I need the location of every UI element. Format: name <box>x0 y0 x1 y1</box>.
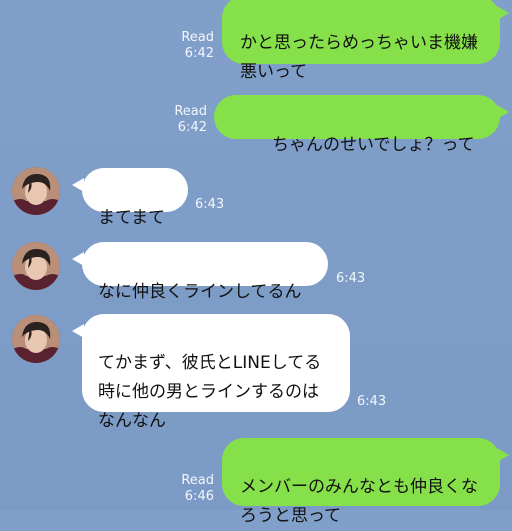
read-receipt: Read 6:42 <box>165 104 207 136</box>
user-avatar-photo[interactable] <box>12 167 60 215</box>
sent-message-bubble[interactable]: ちゃんのせいでしょ？って <box>214 95 509 155</box>
timestamp: 6:42 <box>184 46 214 61</box>
timestamp: 6:43 <box>336 271 366 286</box>
read-label: Read <box>181 473 214 488</box>
message-text: てかまず、彼氏とLINEしてる 時に他の男とラインするのは なんなん <box>98 353 322 431</box>
message-text: メンバーのみんなとも仲良くな ろうと思って <box>240 477 478 526</box>
message-text: なに仲良くラインしてるん <box>98 282 302 302</box>
received-message-bubble[interactable]: まてまて <box>72 168 188 228</box>
timestamp: 6:43 <box>357 394 387 409</box>
read-receipt: Read 6:42 <box>170 30 214 62</box>
sent-message-bubble[interactable]: かと思ったらめっちゃいま機嫌 悪いって <box>222 0 509 82</box>
user-avatar-photo[interactable] <box>12 242 60 290</box>
sent-message-bubble[interactable]: メンバーのみんなとも仲良くな ろうと思って <box>222 438 509 526</box>
received-message-bubble[interactable]: てかまず、彼氏とLINEしてる 時に他の男とラインするのは なんなん <box>72 314 350 431</box>
read-label: Read <box>181 30 214 45</box>
timestamp: 6:43 <box>195 197 225 212</box>
timestamp: 6:46 <box>184 489 214 504</box>
message-text: まてまて <box>98 208 166 228</box>
message-text: ちゃんのせいでしょ？って <box>272 135 475 155</box>
chat-thread: Read 6:42 かと思ったらめっちゃいま機嫌 悪いって Read 6:42 … <box>0 0 512 526</box>
timestamp: 6:42 <box>177 120 207 135</box>
user-avatar-photo[interactable] <box>12 315 60 363</box>
message-text: かと思ったらめっちゃいま機嫌 悪いって <box>240 33 478 82</box>
received-message-bubble[interactable]: なに仲良くラインしてるん <box>72 242 328 302</box>
read-receipt: Read 6:46 <box>170 473 214 505</box>
read-label: Read <box>174 104 207 119</box>
